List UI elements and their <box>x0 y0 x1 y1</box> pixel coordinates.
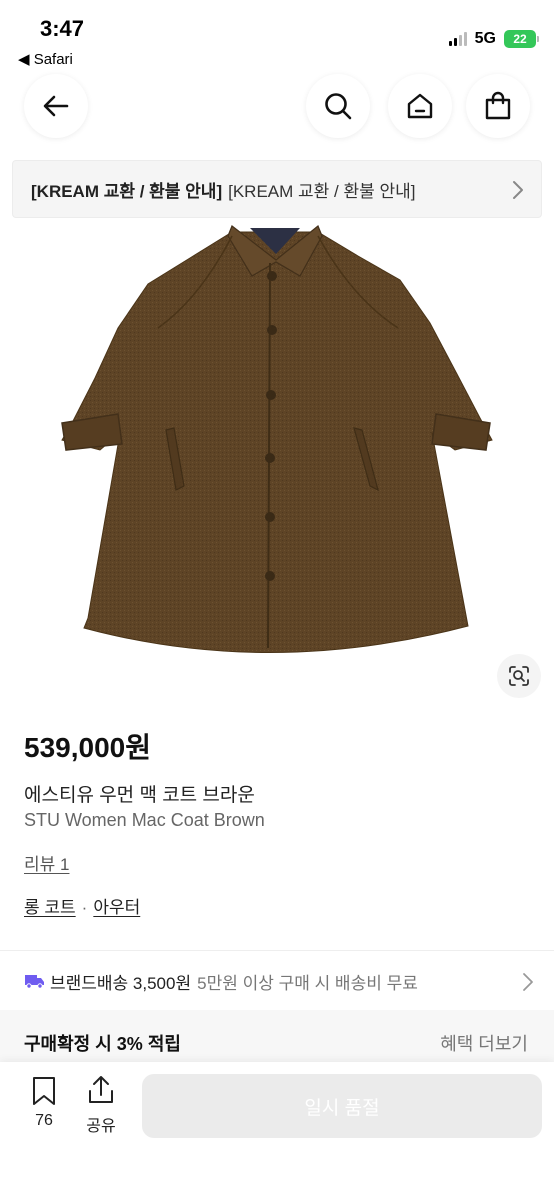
back-button[interactable] <box>24 74 88 138</box>
category-outer-link[interactable]: 아우터 <box>93 898 140 917</box>
share-label: 공유 <box>86 1118 116 1135</box>
signal-icon <box>448 32 467 46</box>
shipping-info[interactable]: 브랜드배송 3,500원 5만원 이상 구매 시 배송비 무료 <box>24 968 534 994</box>
shipping-condition: 5만원 이상 구매 시 배송비 무료 <box>197 973 418 993</box>
category-long-coat-link[interactable]: 롱 코트 <box>24 898 76 917</box>
category-separator: · <box>81 898 88 917</box>
image-search-button[interactable] <box>497 654 541 698</box>
status-indicators: 5G 22 <box>448 30 539 48</box>
share-button[interactable]: 공유 <box>86 1074 116 1136</box>
product-name-en: STU Women Mac Coat Brown <box>24 810 265 830</box>
truck-icon <box>24 973 46 989</box>
search-button[interactable] <box>306 74 370 138</box>
back-arrow-icon <box>43 95 69 117</box>
battery-icon: 22 <box>504 30 539 48</box>
shopping-bag-icon <box>485 91 511 120</box>
share-icon <box>89 1076 113 1103</box>
back-to-app-link[interactable]: ◀ Safari <box>18 50 73 68</box>
shipping-label: 브랜드배송 3,500원 <box>50 973 192 993</box>
product-name-ko: 에스티유 우먼 맥 코트 브라운 <box>24 785 255 806</box>
home-button[interactable] <box>388 74 452 138</box>
review-link[interactable]: 리뷰 1 <box>24 850 69 875</box>
status-time: 3:47 <box>40 16 85 41</box>
exchange-refund-notice[interactable]: [KREAM 교환 / 환불 안내] [KREAM 교환 / 환불 안내] <box>12 160 542 218</box>
status-bar: 3:47 ◀ Safari 5G 22 <box>0 0 554 72</box>
chevron-right-icon <box>523 973 533 991</box>
product-price: 539,000원 <box>24 732 151 763</box>
benefit-more-link[interactable]: 혜택 더보기 <box>440 1030 528 1056</box>
cart-button[interactable] <box>466 74 530 138</box>
home-icon <box>407 93 433 119</box>
network-type: 5G <box>474 30 496 47</box>
chevron-right-icon <box>513 181 523 199</box>
soldout-button[interactable]: 일시 품절 <box>142 1074 542 1138</box>
benefit-title: 구매확정 시 3% 적립 <box>24 1034 181 1054</box>
search-icon <box>325 93 352 120</box>
bottom-action-bar: 76 공유 일시 품절 <box>0 1062 554 1200</box>
bookmark-icon <box>33 1077 55 1105</box>
notice-text: [KREAM 교환 / 환불 안내] <box>228 181 416 201</box>
section-divider <box>0 950 554 951</box>
notice-title: [KREAM 교환 / 환불 안내] <box>31 181 223 201</box>
category-breadcrumb: 롱 코트 · 아우터 <box>24 893 140 918</box>
lens-search-icon <box>509 666 529 686</box>
battery-level: 22 <box>513 32 527 46</box>
product-image[interactable] <box>0 218 554 708</box>
wishlist-button[interactable]: 76 <box>30 1076 58 1130</box>
wishlist-count: 76 <box>35 1112 53 1129</box>
